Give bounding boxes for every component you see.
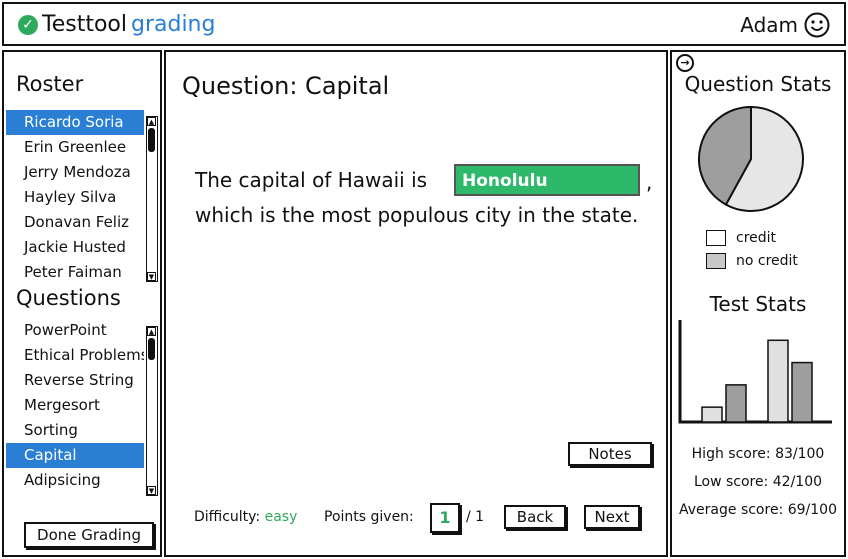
next-button[interactable]: Next — [584, 505, 640, 529]
checkmark-icon: ✓ — [18, 14, 38, 35]
roster-item[interactable]: Jackie Husted — [6, 235, 144, 260]
app-title-accent: grading — [130, 12, 216, 37]
average-score: Average score: 69/100 — [679, 502, 837, 518]
questions-scrollbar[interactable]: ▲ ▼ — [146, 326, 158, 496]
roster-title: Roster — [16, 72, 84, 96]
high-score: High score: 83/100 — [691, 446, 825, 462]
bar-1 — [701, 406, 723, 423]
app-title-main: Testtool — [42, 12, 127, 37]
points-label: Points given: — [324, 509, 414, 525]
question-item[interactable]: Capital — [6, 443, 144, 468]
question-title: Question: Capital — [182, 72, 390, 100]
app-title: ✓ Testtool grading — [18, 12, 215, 37]
question-item[interactable]: Mergesort — [6, 393, 144, 418]
question-stats-title: Question Stats — [684, 72, 832, 96]
roster-item[interactable]: Hayley Silva — [6, 185, 144, 210]
app-header: ✓ Testtool grading Adam — [2, 2, 846, 46]
question-item[interactable]: Ethical Problems — [6, 343, 144, 368]
notes-button[interactable]: Notes — [568, 442, 652, 466]
question-stats-pie — [698, 105, 804, 212]
user-name: Adam — [740, 13, 798, 37]
bar-2 — [725, 384, 747, 423]
questions-list: PowerPoint Ethical Problems Reverse Stri… — [6, 318, 160, 493]
back-button[interactable]: Back — [504, 505, 566, 529]
legend-label-credit: credit — [736, 230, 777, 246]
legend-credit: credit — [706, 230, 776, 246]
question-panel: Question: Capital The capital of Hawaii … — [164, 50, 668, 557]
arrow-right-circle-icon[interactable]: → — [676, 54, 694, 72]
roster-list: Ricardo Soria Erin Greenlee Jerry Mendoz… — [6, 110, 160, 285]
difficulty-display: Difficulty: easy — [194, 509, 297, 525]
scroll-up-icon[interactable]: ▲ — [147, 327, 156, 336]
answer-field[interactable]: Honolulu — [454, 164, 640, 196]
points-total: / 1 — [466, 509, 485, 525]
test-stats-title: Test Stats — [709, 292, 807, 316]
low-score: Low score: 42/100 — [693, 474, 823, 490]
legend-swatch-no-credit — [706, 253, 726, 269]
stats-sidebar: → Question Stats credit no credit Test S… — [670, 50, 846, 557]
question-text-before: The capital of Hawaii is — [195, 168, 428, 192]
scroll-thumb[interactable] — [148, 128, 155, 152]
legend-no-credit: no credit — [706, 253, 798, 269]
scroll-thumb[interactable] — [148, 338, 155, 360]
question-text-comma: , — [646, 170, 653, 194]
test-stats-bar-chart — [678, 320, 832, 424]
points-input[interactable]: 1 — [430, 503, 460, 533]
difficulty-value: easy — [264, 509, 298, 525]
roster-scrollbar[interactable]: ▲ ▼ — [146, 116, 158, 282]
questions-title: Questions — [16, 286, 121, 310]
roster-item[interactable]: Erin Greenlee — [6, 135, 144, 160]
roster-item[interactable]: Donavan Feliz — [6, 210, 144, 235]
question-item[interactable]: Reverse String — [6, 368, 144, 393]
user-menu[interactable]: Adam — [740, 12, 830, 38]
bar-3 — [767, 339, 789, 423]
left-sidebar: Roster Ricardo Soria Erin Greenlee Jerry… — [2, 50, 162, 557]
roster-item[interactable]: Jerry Mendoza — [6, 160, 144, 185]
roster-item[interactable]: Peter Faiman — [6, 260, 144, 285]
question-item[interactable]: Sorting — [6, 418, 144, 443]
roster-item[interactable]: Ricardo Soria — [6, 110, 144, 135]
legend-swatch-credit — [706, 230, 726, 246]
question-item[interactable]: Adipsicing — [6, 468, 144, 493]
legend-label-no-credit: no credit — [736, 253, 798, 269]
difficulty-label: Difficulty: — [194, 509, 261, 525]
question-text-after: which is the most populous city in the s… — [195, 203, 639, 227]
smiley-icon — [804, 12, 830, 38]
bar-4 — [791, 361, 813, 423]
scroll-up-icon[interactable]: ▲ — [147, 117, 156, 126]
scroll-down-icon[interactable]: ▼ — [147, 272, 156, 281]
done-grading-button[interactable]: Done Grading — [24, 522, 154, 548]
scroll-down-icon[interactable]: ▼ — [147, 486, 156, 495]
question-item[interactable]: PowerPoint — [6, 318, 144, 343]
